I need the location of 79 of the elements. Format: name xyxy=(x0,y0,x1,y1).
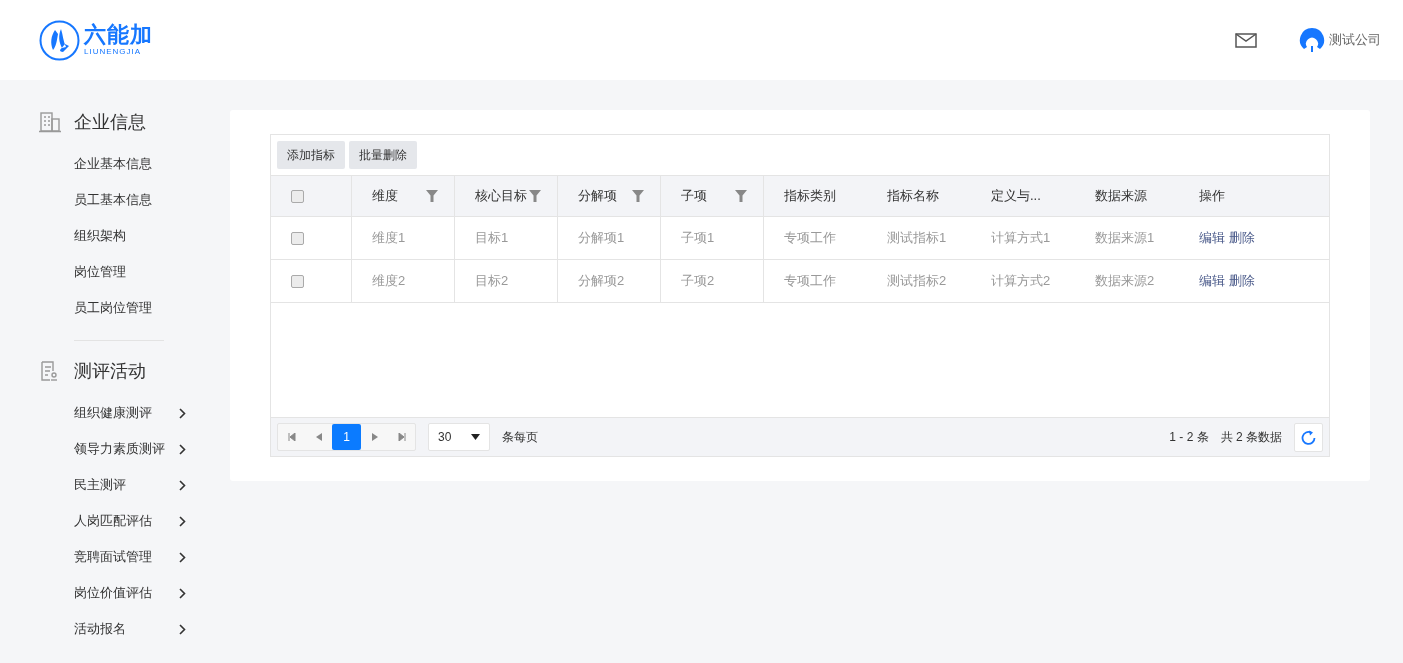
logo-name: 六能加 xyxy=(84,24,153,46)
column-header: 维度 xyxy=(352,176,455,216)
table-cell-text: 维度2 xyxy=(372,272,406,291)
column-header: 操作 xyxy=(1198,187,1226,206)
action-link[interactable]: 删除 xyxy=(1229,228,1255,248)
table-cell-text: 数据来源1 xyxy=(1095,229,1155,248)
total-text: 共 2 条数据 xyxy=(1220,429,1282,446)
logo-icon xyxy=(39,19,80,61)
avatar-icon[interactable] xyxy=(1299,27,1325,53)
checkbox[interactable] xyxy=(291,274,304,288)
sidebar-item[interactable]: 活动报名 xyxy=(74,611,186,647)
sidebar-item[interactable]: 企业基本信息 xyxy=(74,146,186,182)
page-size-select[interactable]: 30 xyxy=(428,423,490,451)
sidebar-item[interactable]: 组织架构 xyxy=(74,218,186,254)
table-cell-text: 分解项2 xyxy=(578,272,625,291)
checkbox[interactable] xyxy=(291,231,304,245)
table-cell-text: 计算方式1 xyxy=(991,229,1051,248)
table-cell-text: 测试指标2 xyxy=(887,272,947,291)
sidebar-item[interactable]: 岗位价值评估 xyxy=(74,575,186,611)
column-header: 指标名称 xyxy=(886,187,940,206)
sidebar-item[interactable]: 组织健康测评 xyxy=(74,395,186,431)
sidebar-item[interactable]: 岗位管理 xyxy=(74,254,186,290)
sidebar-item[interactable]: 竞聘面试管理 xyxy=(74,539,186,575)
table-cell-text: 专项工作 xyxy=(784,229,836,248)
refresh-button[interactable] xyxy=(1294,422,1323,452)
table-cell-text: 专项工作 xyxy=(784,272,836,291)
sidebar-item[interactable]: 员工岗位管理 xyxy=(74,290,186,326)
sidebar-item[interactable]: 员工基本信息 xyxy=(74,182,186,218)
table-cell-text: 测试指标1 xyxy=(887,229,947,248)
section-title: 企业信息 xyxy=(74,110,146,134)
filter-icon[interactable] xyxy=(529,190,541,202)
range-text: 1 - 2 条 xyxy=(1169,429,1209,446)
chevron-right-icon xyxy=(179,623,186,635)
mail-icon[interactable] xyxy=(1235,32,1257,48)
last-page-icon xyxy=(397,433,406,441)
column-header: 指标类别 xyxy=(783,187,837,206)
refresh-icon xyxy=(1301,429,1316,445)
sidebar-item[interactable]: 人岗匹配评估 xyxy=(74,503,186,539)
table-cell-text: 目标1 xyxy=(475,229,509,248)
first-page-icon xyxy=(287,433,296,441)
checkbox[interactable] xyxy=(291,189,304,203)
dropdown-caret-icon xyxy=(471,434,480,440)
chevron-right-icon xyxy=(179,407,186,419)
filter-icon[interactable] xyxy=(632,190,644,202)
column-header: 核心目标 xyxy=(455,176,558,216)
page-button[interactable]: 1 xyxy=(332,424,361,450)
chevron-right-icon xyxy=(179,587,186,599)
table-cell-text: 计算方式2 xyxy=(991,272,1051,291)
table-cell-text: 维度1 xyxy=(372,229,406,248)
table-cell-text: 子项2 xyxy=(681,272,715,291)
logo-subtitle: LIUNENGJIA xyxy=(84,48,143,56)
column-header: 定义与... xyxy=(990,187,1042,206)
chevron-right-icon xyxy=(179,443,186,455)
document-icon xyxy=(38,360,60,382)
building-icon xyxy=(38,111,62,133)
table-cell-text: 子项1 xyxy=(681,229,715,248)
column-header: 子项 xyxy=(661,176,764,216)
triangle-left-icon xyxy=(315,433,322,441)
sidebar-item[interactable]: 民主测评 xyxy=(74,467,186,503)
filter-icon[interactable] xyxy=(735,190,747,202)
column-header: 分解项 xyxy=(558,176,661,216)
action-link[interactable]: 删除 xyxy=(1229,271,1255,291)
table-cell-text: 分解项1 xyxy=(578,229,625,248)
filter-icon[interactable] xyxy=(426,190,438,202)
action-link[interactable]: 编辑 xyxy=(1199,228,1225,248)
chevron-right-icon xyxy=(179,551,186,563)
section-title: 测评活动 xyxy=(74,359,146,383)
sidebar-item[interactable]: 领导力素质测评 xyxy=(74,431,186,467)
toolbar-button[interactable]: 批量删除 xyxy=(349,141,417,169)
user-name[interactable]: 测试公司 xyxy=(1329,30,1381,50)
table-cell-text: 目标2 xyxy=(475,272,509,291)
column-header: 数据来源 xyxy=(1094,187,1148,206)
toolbar-button[interactable]: 添加指标 xyxy=(277,141,345,169)
page-size-label: 条每页 xyxy=(502,429,538,446)
table-cell-text: 数据来源2 xyxy=(1095,272,1155,291)
chevron-right-icon xyxy=(179,479,186,491)
action-link[interactable]: 编辑 xyxy=(1199,271,1225,291)
triangle-right-icon xyxy=(371,433,378,441)
chevron-right-icon xyxy=(179,515,186,527)
